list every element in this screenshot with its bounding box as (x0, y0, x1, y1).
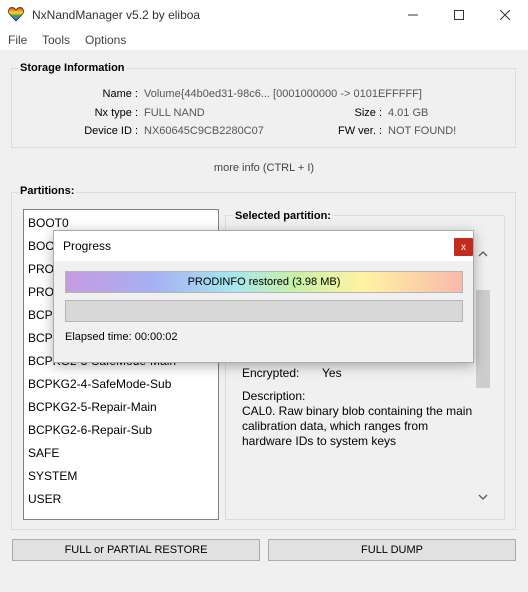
description-line-3: hardware IDs to system keys (242, 434, 397, 448)
scroll-up-arrow-icon[interactable] (478, 250, 488, 258)
size-label: Size : (354, 107, 382, 119)
encrypted-value: Yes (322, 366, 342, 380)
name-label: Name : (102, 88, 138, 100)
name-value: Volume{44b0ed31-98c6... [0001000000 -> 0… (144, 88, 422, 100)
close-icon (500, 10, 510, 20)
dialog-close-button[interactable]: x (454, 238, 473, 256)
close-window-button[interactable] (482, 0, 528, 30)
partitions-title: Partitions: (18, 185, 77, 197)
maximize-icon (454, 10, 464, 20)
size-value: 4.01 GB (388, 107, 429, 119)
elapsed-time: Elapsed time: 00:00:02 (65, 331, 178, 343)
full-dump-button[interactable]: FULL DUMP (268, 539, 516, 561)
maximize-button[interactable] (436, 0, 482, 30)
title-bar: NxNandManager v5.2 by eliboa (0, 0, 528, 30)
progress-dialog: Progress x PRODINFO restored (3.98 MB) E… (53, 230, 474, 363)
description-line-2: calibration data, which ranges from (242, 419, 429, 433)
progress-bar-main: PRODINFO restored (3.98 MB) (65, 271, 463, 293)
device-id-label: Device ID : (84, 125, 138, 137)
selected-partition-title: Selected partition: (234, 210, 332, 222)
scroll-down-arrow-icon[interactable] (478, 493, 488, 501)
menu-bar: File Tools Options (0, 30, 528, 50)
fw-ver-value: NOT FOUND! (388, 125, 457, 137)
progress-bar-secondary (65, 300, 463, 322)
restore-button[interactable]: FULL or PARTIAL RESTORE (12, 539, 260, 561)
nx-type-value: FULL NAND (144, 107, 205, 119)
minimize-icon (408, 14, 418, 16)
scrollbar-thumb[interactable] (476, 290, 490, 388)
more-info-link[interactable]: more info (CTRL + I) (0, 162, 528, 174)
description-line-1: CAL0. Raw binary blob containing the mai… (242, 404, 473, 418)
encrypted-label: Encrypted: (242, 366, 300, 380)
partition-item-bcpkg2-5[interactable]: BCPKG2-5-Repair-Main (28, 400, 157, 414)
partition-item-safe[interactable]: SAFE (28, 446, 59, 460)
device-id-value: NX60645C9CB2280C07 (144, 125, 264, 137)
menu-file[interactable]: File (8, 33, 27, 47)
menu-tools[interactable]: Tools (42, 33, 70, 47)
dialog-title-bar: Progress x (54, 231, 473, 261)
description-label: Description: (242, 389, 306, 403)
dialog-title: Progress (63, 239, 112, 253)
fw-ver-label: FW ver. : (338, 125, 382, 137)
partition-item-boot0[interactable]: BOOT0 (28, 216, 69, 230)
minimize-button[interactable] (390, 0, 436, 30)
partition-item-bcpkg2-4[interactable]: BCPKG2-4-SafeMode-Sub (28, 377, 171, 391)
partition-item-bcpkg2-6[interactable]: BCPKG2-6-Repair-Sub (28, 423, 152, 437)
nx-type-label: Nx type : (94, 107, 138, 119)
partition-item-system[interactable]: SYSTEM (28, 469, 77, 483)
storage-info-title: Storage Information (18, 62, 127, 74)
window-title: NxNandManager v5.2 by eliboa (32, 8, 201, 22)
partition-item-user[interactable]: USER (28, 492, 61, 506)
progress-bar-main-text: PRODINFO restored (3.98 MB) (187, 276, 341, 288)
app-heart-icon (8, 7, 24, 22)
menu-options[interactable]: Options (85, 33, 126, 47)
